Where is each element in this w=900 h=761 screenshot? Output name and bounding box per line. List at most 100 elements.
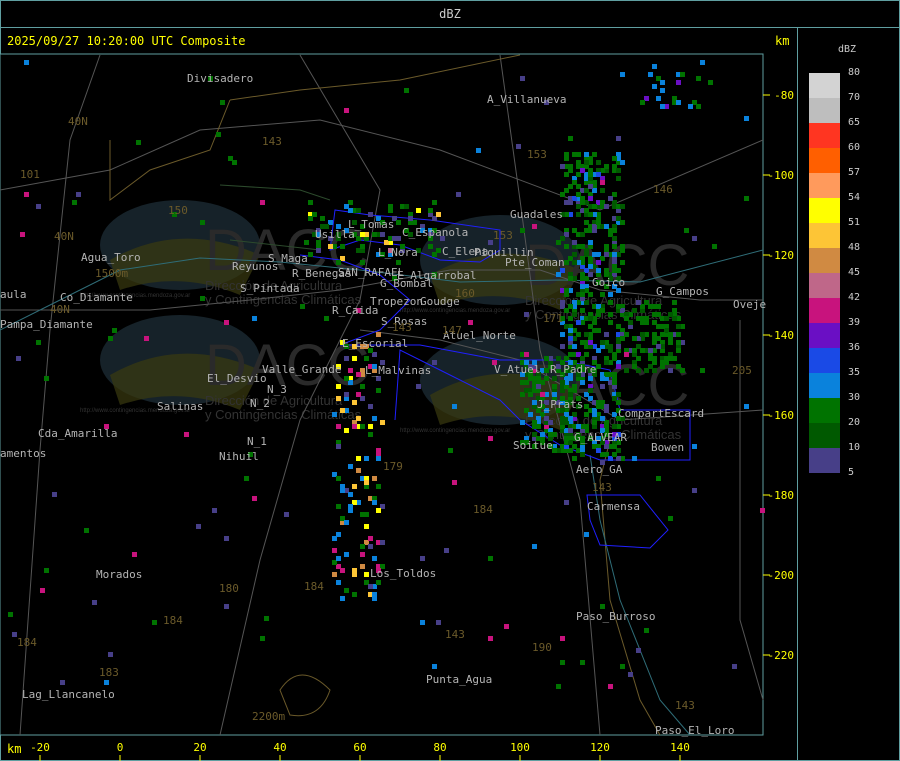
echo-cell <box>356 208 361 213</box>
echo-cell <box>356 372 361 377</box>
echo-cell <box>52 492 57 497</box>
echo-cell <box>608 320 613 325</box>
legend-swatch <box>809 73 840 98</box>
place-label: S_Maga <box>268 252 308 265</box>
echo-cell <box>24 192 29 197</box>
legend-label: 30 <box>848 392 861 403</box>
echo-cell <box>568 352 573 357</box>
x-tick-label: 0 <box>117 741 124 754</box>
echo-cell <box>368 212 373 217</box>
echo-cell <box>448 448 453 453</box>
echo-cell <box>564 436 569 441</box>
place-label: Los_Toldos <box>370 567 436 580</box>
echo-cell <box>336 476 341 481</box>
echo-cell <box>616 168 621 173</box>
echo-cell <box>652 64 657 69</box>
place-label: Oveje <box>733 298 766 311</box>
echo-cell <box>592 420 597 425</box>
echo-cell <box>588 184 593 189</box>
route-label: 1500m <box>95 267 128 280</box>
echo-cell <box>668 332 673 337</box>
echo-cell <box>308 216 313 221</box>
echo-cell <box>200 220 205 225</box>
echo-cell <box>352 424 357 429</box>
echo-cell <box>584 332 589 337</box>
echo-cell <box>612 244 617 249</box>
echo-cell <box>544 368 549 373</box>
echo-cell <box>612 356 617 361</box>
echo-cell <box>376 484 381 489</box>
echo-cell <box>572 252 577 257</box>
echo-cell <box>688 104 693 109</box>
place-label: CompartEscard <box>618 407 704 420</box>
echo-cell <box>364 572 369 577</box>
echo-cell <box>668 516 673 521</box>
echo-cell <box>648 348 653 353</box>
echo-cell <box>344 108 349 113</box>
legend-label: 54 <box>848 192 861 203</box>
echo-cell <box>372 476 377 481</box>
echo-cell <box>220 100 225 105</box>
echo-cell <box>372 232 377 237</box>
echo-cell <box>544 376 549 381</box>
echo-cell <box>584 352 589 357</box>
x-tick-label: -20 <box>30 741 50 754</box>
echo-cell <box>584 160 589 165</box>
echo-cell <box>380 420 385 425</box>
echo-cell <box>488 556 493 561</box>
echo-cell <box>196 524 201 529</box>
echo-cell <box>604 268 609 273</box>
echo-cell <box>336 444 341 449</box>
echo-cell <box>624 316 629 321</box>
echo-cell <box>324 316 329 321</box>
echo-cell <box>488 436 493 441</box>
echo-cell <box>616 392 621 397</box>
echo-cell <box>620 220 625 225</box>
echo-cell <box>744 196 749 201</box>
route-label: 184 <box>473 503 493 516</box>
echo-cell <box>520 420 525 425</box>
echo-cell <box>580 660 585 665</box>
place-label: S_Pintada <box>240 282 300 295</box>
echo-cell <box>16 356 21 361</box>
route-label: 190 <box>532 641 552 654</box>
echo-cell <box>564 172 569 177</box>
place-label: Pampa_Diamante <box>0 318 93 331</box>
echo-cell <box>332 548 337 553</box>
echo-cell <box>684 228 689 233</box>
echo-cell <box>348 492 353 497</box>
radar-map[interactable]: DACCDirección de Agriculturay Contingenc… <box>0 0 900 761</box>
echo-cell <box>336 580 341 585</box>
echo-cell <box>672 300 677 305</box>
echo-cell <box>648 304 653 309</box>
echo-cell <box>604 444 609 449</box>
place-label: R_Caida <box>332 304 378 317</box>
echo-cell <box>596 328 601 333</box>
place-label: Divisadero <box>187 72 253 85</box>
echo-cell <box>108 336 113 341</box>
echo-cell <box>692 444 697 449</box>
legend-swatch <box>809 98 840 123</box>
echo-cell <box>368 536 373 541</box>
echo-cell <box>352 356 357 361</box>
echo-cell <box>568 376 573 381</box>
echo-cell <box>372 416 377 421</box>
route-label: 40N <box>54 230 74 243</box>
echo-cell <box>576 424 581 429</box>
echo-cell <box>636 648 641 653</box>
echo-cell <box>436 212 441 217</box>
echo-cell <box>144 336 149 341</box>
echo-cell <box>404 204 409 209</box>
echo-cell <box>352 568 357 573</box>
echo-cell <box>620 160 625 165</box>
echo-cell <box>360 564 365 569</box>
echo-cell <box>604 360 609 365</box>
echo-cell <box>612 236 617 241</box>
place-label: Valle_Grande <box>262 363 341 376</box>
echo-cell <box>604 404 609 409</box>
echo-cell <box>328 244 333 249</box>
echo-cell <box>572 240 577 245</box>
place-label: Agua_Toro <box>81 251 141 264</box>
echo-cell <box>376 456 381 461</box>
legend-label: 10 <box>848 442 861 453</box>
